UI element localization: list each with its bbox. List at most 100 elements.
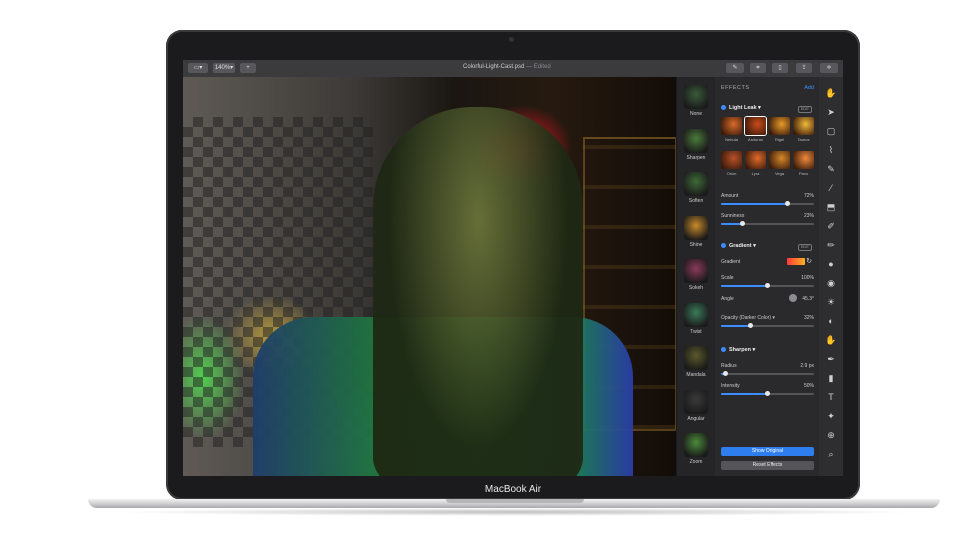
preset-swatch[interactable] [793,151,814,169]
zoom-menu-button[interactable]: 140%▾ [213,63,235,73]
document-icon[interactable]: ▯ [772,63,788,73]
preset-swatch[interactable] [721,151,742,169]
effect-thumbnail[interactable] [684,302,708,327]
opacity-slider[interactable] [721,323,814,328]
effect-thumbnail[interactable] [684,85,708,109]
effect-thumbnail-label: Twist [690,328,702,335]
slider-knob[interactable] [748,323,754,328]
angle-label: Angle [721,296,734,302]
document-title: Colorful-Light-Cast.psd — Edited [463,64,551,70]
tool-icon[interactable]: ✒ [825,353,837,365]
tool-icon[interactable]: ⊕ [825,429,837,441]
intensity-value: 50% [803,383,814,389]
effect-thumbnail[interactable] [684,215,708,240]
tool-icon[interactable]: ▮ [825,372,837,384]
tool-icon[interactable]: ✋ [825,87,837,99]
effect-thumbnail[interactable] [684,128,708,153]
preset-swatch[interactable] [769,117,790,135]
tool-icon[interactable]: ⌇ [825,144,837,156]
intensity-label: Intensity [721,383,740,389]
preset-swatch[interactable] [793,117,814,135]
file-name: Colorful-Light-Cast.psd [463,64,525,70]
sharpen-header[interactable]: Sharpen ▾ [721,347,755,353]
slider-fill [721,393,768,395]
radius-value: 2.9 px [800,363,814,369]
effect-thumbnail[interactable] [684,389,708,414]
tool-icon[interactable]: ⬒ [825,201,837,213]
tool-icon[interactable]: ✏ [825,239,837,251]
sharpen-title: Sharpen [729,347,752,353]
slider-knob[interactable] [723,371,729,376]
tool-icon[interactable]: ◉ [825,277,837,289]
preset-swatch[interactable] [769,151,790,169]
amount-label: Amount [721,193,739,199]
tool-icon[interactable]: ● [825,258,837,270]
gradient-edit-button[interactable]: EDIT [798,244,812,251]
effects-panel: None Sharpen Soften Shine Sokeh Twist Mandala A… [676,77,820,476]
crop-icon[interactable]: ⌗ [750,63,766,73]
settings-sliders-icon[interactable]: ≑ [820,63,838,73]
scale-label: Scale [721,275,734,281]
effect-thumbnail-label: Sokeh [688,285,704,291]
tool-icon[interactable]: T [825,391,837,403]
preset-swatch[interactable] [745,151,766,169]
enabled-toggle-icon[interactable] [721,243,726,248]
tool-icon[interactable]: ✎ [825,163,837,175]
add-button[interactable]: + [240,63,256,73]
tool-icon[interactable]: ☀ [825,296,837,308]
angle-dial[interactable] [789,294,797,302]
scale-value: 100% [801,275,814,281]
swap-icon[interactable]: ↻ [803,256,815,268]
sunniness-label: Sunniness [721,213,745,219]
brand-label: MacBook Air [484,484,542,495]
effect-thumbnail[interactable] [684,259,708,283]
photo-canvas[interactable] [183,77,676,476]
camera-dot [509,37,514,42]
scale-slider[interactable] [721,283,814,288]
brush-icon[interactable]: ✎ [726,63,744,73]
reset-effects-button[interactable]: Reset Effects [721,461,814,470]
tool-icon[interactable]: ▢ [825,125,837,137]
gradient-label: Gradient [721,259,741,265]
add-effect-link[interactable]: Add [804,85,814,91]
amount-slider[interactable] [721,201,814,206]
opacity-value: 32% [803,315,814,321]
radius-label: Radius [721,363,737,369]
slider-knob[interactable] [739,221,745,226]
view-menu-button[interactable]: ▭▾ [188,63,208,73]
intensity-slider[interactable] [721,391,814,396]
radius-slider[interactable] [721,371,814,376]
tool-icon[interactable]: ✋ [825,334,837,346]
light-leak-edit-button[interactable]: EDIT [798,106,812,113]
tool-icon[interactable]: ⌕ [825,448,837,460]
enabled-toggle-icon[interactable] [721,347,726,352]
effect-thumbnail[interactable] [684,346,708,370]
enabled-toggle-icon[interactable] [721,105,726,110]
sunniness-slider[interactable] [721,221,814,226]
preset-swatch[interactable] [721,117,742,135]
tool-icon[interactable]: ➤ [825,106,837,118]
slider-knob[interactable] [785,201,791,206]
tool-icon[interactable]: ⁄ [825,182,837,194]
effect-thumbnail[interactable] [684,433,708,457]
angle-value: 45.3° [802,296,814,302]
effect-thumbnail-label: Mandala [686,372,706,378]
slider-knob[interactable] [765,283,770,288]
tool-icon[interactable]: ✦ [825,410,837,422]
preset-swatch[interactable] [745,117,766,135]
file-status: — Edited [526,64,551,70]
light-leak-header[interactable]: Light Leak ▾ [721,105,761,111]
preset-label: Vega [774,171,785,176]
show-original-button[interactable]: Show Original [721,447,814,456]
gradient-header[interactable]: Gradient ▾ [721,243,756,249]
tool-icon[interactable]: ◐ [825,315,837,327]
tool-icon[interactable]: ✐ [825,220,837,232]
sunniness-value: 23% [803,213,814,219]
screen-chin: MacBook Air [166,476,860,500]
share-icon[interactable]: ⇪ [796,63,812,73]
slider-fill [721,203,788,205]
effect-thumbnail-label: Sharpen [686,154,706,161]
slider-knob[interactable] [765,391,770,396]
effect-thumbnail[interactable] [684,172,708,196]
base-shadow [110,508,920,516]
